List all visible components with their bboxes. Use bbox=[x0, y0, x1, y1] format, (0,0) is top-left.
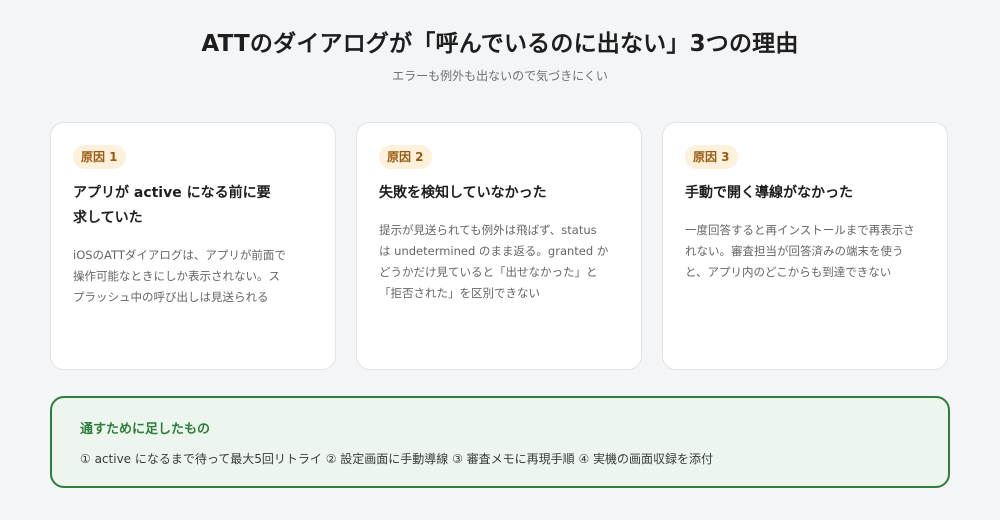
card-text: 一度回答すると再インストールまで再表示されない。審査担当が回答済みの端末を使うと… bbox=[685, 223, 915, 279]
cause-badge: 原因 3 bbox=[685, 145, 738, 169]
card-title: 手動で開く導線がなかった bbox=[685, 185, 853, 201]
card-title: 失敗を検知していなかった bbox=[379, 185, 547, 201]
page-subtitle: エラーも例外も出ないので気づきにくい bbox=[392, 69, 608, 83]
card-title: アプリが active になる前に要求していた bbox=[73, 185, 271, 226]
cause-badge: 原因 2 bbox=[379, 145, 432, 169]
cause-card-1: 原因 1 アプリが active になる前に要求していた iOSのATTダイアロ… bbox=[50, 122, 336, 370]
card-text: 提示が見送られても例外は飛ばず、status は undetermined のま… bbox=[379, 223, 609, 300]
summary-title: 通すために足したもの bbox=[80, 422, 211, 437]
cause-card-3: 原因 3 手動で開く導線がなかった 一度回答すると再インストールまで再表示されな… bbox=[662, 122, 948, 370]
page-title: ATTのダイアログが「呼んでいるのに出ない」3つの理由 bbox=[201, 31, 799, 57]
card-text: iOSのATTダイアログは、アプリが前面で操作可能なときにしか表示されない。スプ… bbox=[73, 248, 286, 304]
cause-badge: 原因 1 bbox=[73, 145, 126, 169]
summary-text: ① active になるまで待って最大5回リトライ ② 設定画面に手動導線 ③ … bbox=[80, 452, 714, 466]
summary-box: 通すために足したもの ① active になるまで待って最大5回リトライ ② 設… bbox=[50, 396, 950, 488]
cause-card-2: 原因 2 失敗を検知していなかった 提示が見送られても例外は飛ばず、status… bbox=[356, 122, 642, 370]
